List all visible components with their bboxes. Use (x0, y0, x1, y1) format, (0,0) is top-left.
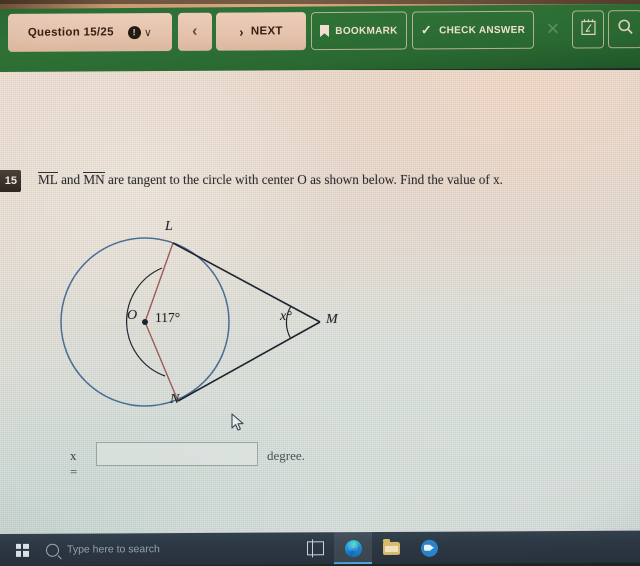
bookmark-icon (320, 24, 330, 38)
check-answer-label: CHECK ANSWER (439, 24, 526, 36)
chevron-right-icon: › (239, 24, 244, 40)
monitor-bezel-shadow (0, 0, 640, 4)
central-angle-label: 117° (155, 310, 181, 325)
question-number-badge: 15 (0, 170, 21, 192)
unknown-angle-label: x° (280, 309, 292, 324)
radius-ON (144, 321, 179, 402)
taskbar-search-placeholder: Type here to search (67, 543, 160, 556)
previous-question-button[interactable]: ‹ (178, 12, 212, 51)
chevron-down-icon: ∨ (143, 26, 153, 39)
app-toolbar: Question 15/25 ! ∨ ‹ › NEXT BOOKMARK ✓ C… (0, 0, 640, 72)
bookmark-button[interactable]: BOOKMARK (311, 11, 407, 51)
video-call-icon[interactable] (410, 532, 448, 564)
taskbar-icons (296, 532, 448, 565)
question-sheet: 15 ML and MN are tangent to the circle w… (0, 70, 640, 534)
windows-logo-icon (15, 543, 29, 557)
segment-MN: MN (83, 172, 105, 187)
question-counter-label: Question 15/25 (27, 26, 114, 39)
point-label-M: M (326, 312, 338, 327)
bookmark-label: BOOKMARK (335, 25, 398, 37)
answer-unit-label: degree. (267, 448, 305, 463)
point-label-O: O (127, 308, 138, 323)
question-counter-button[interactable]: Question 15/25 ! ∨ (8, 12, 172, 52)
magnifier-icon (617, 18, 634, 40)
notepad-button[interactable] (572, 10, 604, 49)
tangent-LM (172, 242, 321, 323)
magnifier-icon (46, 543, 59, 557)
mouse-pointer-icon (231, 413, 246, 433)
taskbar-search[interactable]: Type here to search (46, 533, 160, 566)
check-answer-button[interactable]: ✓ CHECK ANSWER (412, 10, 534, 50)
close-button[interactable]: ✕ (538, 11, 568, 49)
exclamation-circle-icon: ! (127, 25, 141, 39)
point-label-L: L (165, 219, 173, 234)
question-text-rest: are tangent to the circle with center O … (104, 172, 503, 187)
answer-prefix-label: x = (70, 448, 79, 479)
question-text: ML and MN are tangent to the circle with… (38, 171, 618, 189)
screen-photo: Question 15/25 ! ∨ ‹ › NEXT BOOKMARK ✓ C… (0, 0, 640, 566)
point-label-N: N (170, 392, 180, 407)
task-view-icon[interactable] (296, 532, 334, 564)
geometry-svg (60, 237, 321, 407)
tangent-NM (177, 321, 321, 402)
chevron-left-icon: ‹ (192, 22, 198, 40)
start-button[interactable] (2, 534, 42, 566)
next-label: NEXT (250, 25, 283, 38)
center-point-O (142, 319, 148, 325)
question-text-and: and (57, 172, 84, 187)
next-question-button[interactable]: › NEXT (216, 12, 306, 51)
microsoft-edge-icon[interactable] (334, 532, 372, 565)
segment-ML: ML (38, 172, 58, 187)
checkmark-icon: ✓ (420, 22, 433, 38)
answer-input[interactable] (96, 442, 258, 466)
search-button[interactable] (608, 10, 640, 49)
geometry-figure: L N O M 117° x° (48, 210, 368, 435)
windows-taskbar: Type here to search (0, 530, 640, 566)
close-icon: ✕ (545, 19, 561, 39)
notepad-icon (580, 18, 596, 40)
file-explorer-icon[interactable] (372, 532, 410, 564)
